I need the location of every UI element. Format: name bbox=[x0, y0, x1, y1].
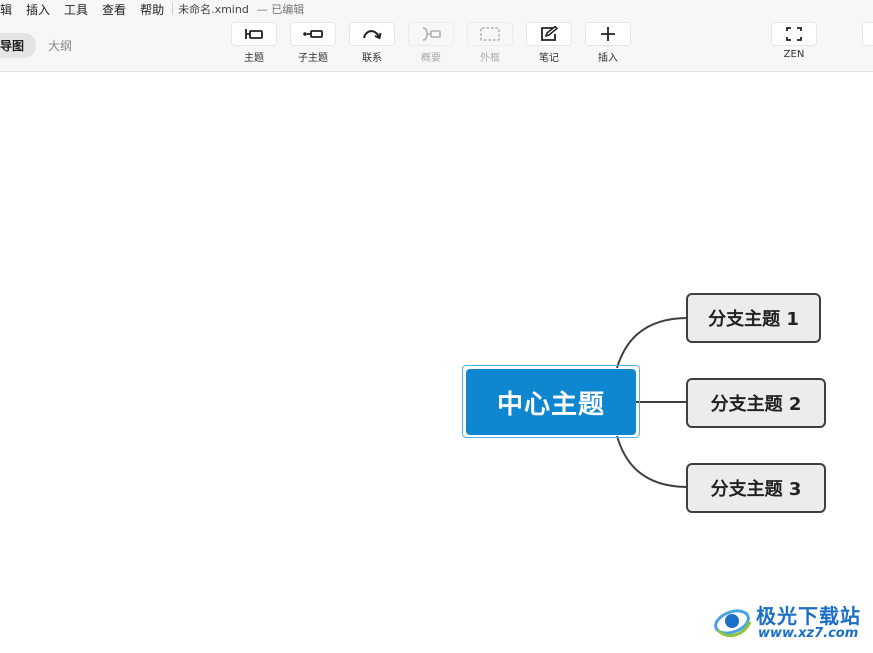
plus-icon bbox=[601, 27, 615, 41]
menu-edit[interactable]: 编辑 bbox=[0, 1, 12, 18]
menu-tools[interactable]: 工具 bbox=[64, 1, 88, 18]
insert-button[interactable]: 插入 bbox=[584, 22, 632, 66]
watermark-logo-icon bbox=[714, 609, 752, 638]
summary-icon bbox=[422, 27, 441, 41]
subtopic-icon bbox=[303, 30, 323, 38]
subtopic-button-frame bbox=[290, 22, 336, 46]
central-topic[interactable]: 中心主题 bbox=[466, 369, 636, 435]
zen-button[interactable]: ZEN bbox=[770, 22, 818, 66]
watermark-url: www.xz7.com bbox=[758, 626, 859, 641]
topic-button-frame bbox=[231, 22, 277, 46]
tab-mindmap[interactable]: 导图 bbox=[0, 33, 37, 58]
topic-icon bbox=[245, 29, 263, 39]
document-status: — 已编辑 bbox=[256, 3, 305, 16]
document-title: 未命名.xmind bbox=[178, 3, 249, 16]
toolbar-overflow-button[interactable] bbox=[862, 22, 873, 46]
relationship-icon bbox=[363, 30, 382, 40]
relationship-label: 联系 bbox=[362, 53, 382, 64]
summary-button-frame bbox=[408, 22, 454, 46]
menu-bar: 编辑 插入 工具 查看 帮助 未命名.xmind — 已编辑 bbox=[0, 0, 873, 18]
relationship-button-frame bbox=[349, 22, 395, 46]
toolbar: 导图 大纲 主题 子主题 联系 概要 外框 笔记 插入 ZEN bbox=[0, 18, 873, 72]
topic-button[interactable]: 主题 bbox=[230, 22, 278, 66]
fullscreen-icon bbox=[786, 27, 802, 41]
menu-divider bbox=[172, 3, 174, 15]
insert-button-frame bbox=[585, 22, 631, 46]
note-button[interactable]: 笔记 bbox=[525, 22, 573, 66]
zen-label: ZEN bbox=[783, 49, 805, 60]
note-label: 笔记 bbox=[539, 53, 559, 64]
summary-label: 概要 bbox=[421, 53, 441, 64]
topic-label: 主题 bbox=[244, 53, 264, 64]
boundary-button[interactable]: 外框 bbox=[466, 22, 514, 66]
relationship-button[interactable]: 联系 bbox=[348, 22, 396, 66]
mindmap-canvas[interactable] bbox=[0, 73, 873, 653]
insert-label: 插入 bbox=[598, 53, 618, 64]
view-switcher: 导图 大纲 bbox=[0, 33, 84, 58]
boundary-button-frame bbox=[467, 22, 513, 46]
watermark: 极光下载站 www.xz7.com bbox=[712, 598, 868, 646]
zen-button-frame bbox=[771, 22, 817, 46]
summary-button[interactable]: 概要 bbox=[407, 22, 455, 66]
subtopic-label: 子主题 bbox=[298, 53, 328, 64]
boundary-icon bbox=[480, 27, 500, 41]
note-button-frame bbox=[526, 22, 572, 46]
watermark-title: 极光下载站 bbox=[756, 604, 861, 628]
tab-outline[interactable]: 大纲 bbox=[36, 33, 84, 58]
menu-insert[interactable]: 插入 bbox=[26, 1, 50, 18]
note-icon bbox=[541, 26, 559, 41]
branch-topic-2[interactable]: 分支主题 2 bbox=[686, 378, 826, 428]
branch-topic-1[interactable]: 分支主题 1 bbox=[686, 293, 821, 343]
xmind-window: 编辑 插入 工具 查看 帮助 未命名.xmind — 已编辑 导图 大纲 主题 bbox=[0, 0, 873, 653]
menu-view[interactable]: 查看 bbox=[102, 1, 126, 18]
menu-help[interactable]: 帮助 bbox=[140, 1, 164, 18]
boundary-label: 外框 bbox=[480, 53, 500, 64]
branch-topic-3[interactable]: 分支主题 3 bbox=[686, 463, 826, 513]
subtopic-button[interactable]: 子主题 bbox=[289, 22, 337, 66]
